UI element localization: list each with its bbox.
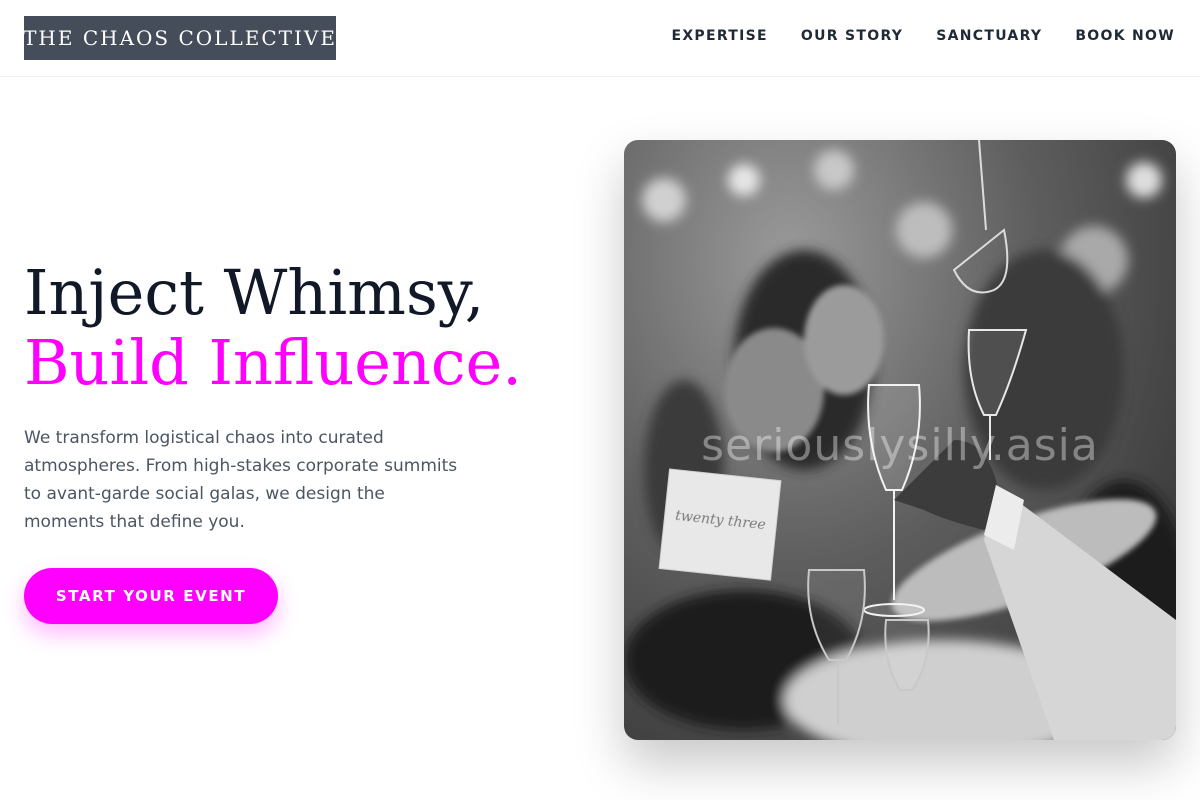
site-header: THE CHAOS COLLECTIVE EXPERTISE OUR STORY… xyxy=(0,0,1200,77)
hero-image: twenty three seriouslysilly.asia xyxy=(624,140,1176,740)
raised-glass xyxy=(952,140,1009,294)
nav-link-book-now[interactable]: BOOK NOW xyxy=(1075,28,1175,44)
table-number-card: twenty three xyxy=(658,468,782,581)
nav-link-our-story[interactable]: OUR STORY xyxy=(801,28,903,44)
headline-line-1: Inject Whimsy, xyxy=(24,256,485,329)
brand-name: THE CHAOS COLLECTIVE xyxy=(23,26,337,50)
start-event-button[interactable]: START YOUR EVENT xyxy=(24,568,278,624)
brand-logo[interactable]: THE CHAOS COLLECTIVE xyxy=(23,16,337,60)
headline-line-2: Build Influence. xyxy=(24,326,522,399)
hero-description: We transform logistical chaos into curat… xyxy=(24,428,458,532)
nav-link-sanctuary[interactable]: SANCTUARY xyxy=(936,28,1042,44)
hero-headline: Inject Whimsy, Build Influence. xyxy=(24,258,584,398)
main-nav: EXPERTISE OUR STORY SANCTUARY BOOK NOW xyxy=(671,28,1175,44)
image-watermark: seriouslysilly.asia xyxy=(701,420,1099,471)
nav-link-expertise[interactable]: EXPERTISE xyxy=(671,28,767,44)
